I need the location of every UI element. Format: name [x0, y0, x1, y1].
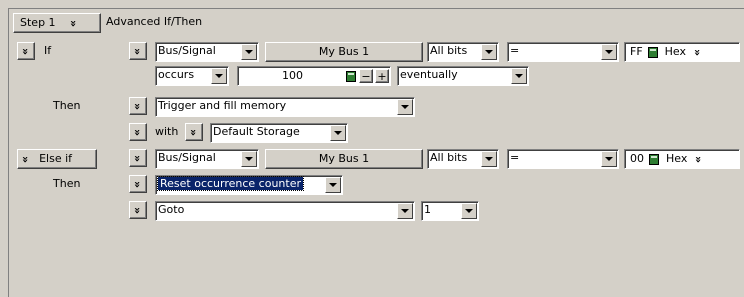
else-if-condition-menu-button[interactable]: »	[129, 149, 147, 167]
dropdown-arrow-icon[interactable]	[511, 68, 527, 84]
occurs-select[interactable]: occurs	[155, 66, 229, 86]
else-if-signal-type-select[interactable]: Bus/Signal	[155, 149, 259, 169]
chevron-down-icon: »	[187, 128, 201, 136]
goto-action-select[interactable]: Goto	[155, 201, 415, 221]
with-label: with	[155, 125, 179, 138]
chevron-down-icon: »	[131, 154, 145, 162]
if-bits-select[interactable]: All bits	[427, 42, 499, 62]
if-value-field[interactable]: FF Hex »	[624, 42, 740, 62]
chevron-down-icon: »	[66, 19, 80, 27]
calculator-icon[interactable]	[647, 46, 658, 58]
dropdown-arrow-icon[interactable]	[397, 99, 413, 115]
chevron-down-icon: »	[19, 47, 33, 55]
dropdown-arrow-icon[interactable]	[241, 151, 257, 167]
if-condition-menu-button[interactable]: »	[129, 42, 147, 60]
timing-select[interactable]: eventually	[397, 66, 529, 86]
goto-target-select[interactable]: 1	[421, 201, 479, 221]
else-if-bits-select[interactable]: All bits	[427, 149, 499, 169]
if-operator-select[interactable]: =	[507, 42, 619, 62]
dropdown-arrow-icon[interactable]	[601, 44, 617, 60]
if-bus-button[interactable]: My Bus 1	[265, 42, 423, 62]
chevron-down-icon: »	[19, 155, 33, 163]
chevron-down-icon[interactable]: »	[691, 48, 704, 55]
if-menu-button[interactable]: »	[17, 42, 35, 60]
step-label: Step 1	[20, 16, 56, 29]
else-if-operator-select[interactable]: =	[507, 149, 619, 169]
chevron-down-icon: »	[131, 206, 145, 214]
trigger-title: Advanced If/Then	[106, 15, 203, 28]
else-then-label: Then	[53, 177, 81, 190]
dropdown-arrow-icon[interactable]	[601, 151, 617, 167]
chevron-down-icon: »	[131, 102, 145, 110]
then-action-menu-button[interactable]: »	[129, 97, 147, 115]
if-label: If	[44, 44, 52, 57]
dropdown-arrow-icon[interactable]	[241, 44, 257, 60]
storage-select[interactable]: Default Storage	[210, 123, 348, 143]
chevron-down-icon: »	[131, 47, 145, 55]
else-if-value-field[interactable]: 00 Hex »	[624, 149, 740, 169]
chevron-down-icon: »	[131, 128, 145, 136]
dropdown-arrow-icon[interactable]	[397, 203, 413, 219]
occurrence-count-field[interactable]: 100 − +	[237, 66, 391, 86]
then-label: Then	[53, 99, 81, 112]
with-menu-button[interactable]: »	[129, 123, 147, 141]
chevron-down-icon: »	[131, 180, 145, 188]
else-if-menu-button[interactable]: » Else if	[17, 149, 97, 169]
calculator-icon[interactable]	[346, 70, 356, 82]
else-if-bus-button[interactable]: My Bus 1	[265, 149, 423, 169]
decrement-button[interactable]: −	[359, 69, 373, 83]
dropdown-arrow-icon[interactable]	[481, 151, 497, 167]
increment-button[interactable]: +	[375, 69, 389, 83]
else-then-action-menu-button[interactable]: »	[129, 175, 147, 193]
step-menu-button[interactable]: Step 1 »	[13, 13, 101, 33]
dropdown-arrow-icon[interactable]	[211, 68, 227, 84]
storage-menu-button[interactable]: »	[185, 123, 203, 141]
dropdown-arrow-icon[interactable]	[325, 177, 341, 193]
goto-menu-button[interactable]: »	[129, 201, 147, 219]
then-action-select[interactable]: Trigger and fill memory	[155, 97, 415, 117]
calculator-icon[interactable]	[649, 153, 659, 165]
trigger-panel: Step 1 » Advanced If/Then » If » Bus/Sig…	[8, 8, 744, 297]
chevron-down-icon[interactable]: »	[692, 155, 705, 162]
if-signal-type-select[interactable]: Bus/Signal	[155, 42, 259, 62]
dropdown-arrow-icon[interactable]	[461, 203, 477, 219]
dropdown-arrow-icon[interactable]	[481, 44, 497, 60]
dropdown-arrow-icon[interactable]	[330, 125, 346, 141]
else-then-action-select[interactable]: Reset occurrence counter	[155, 175, 343, 195]
